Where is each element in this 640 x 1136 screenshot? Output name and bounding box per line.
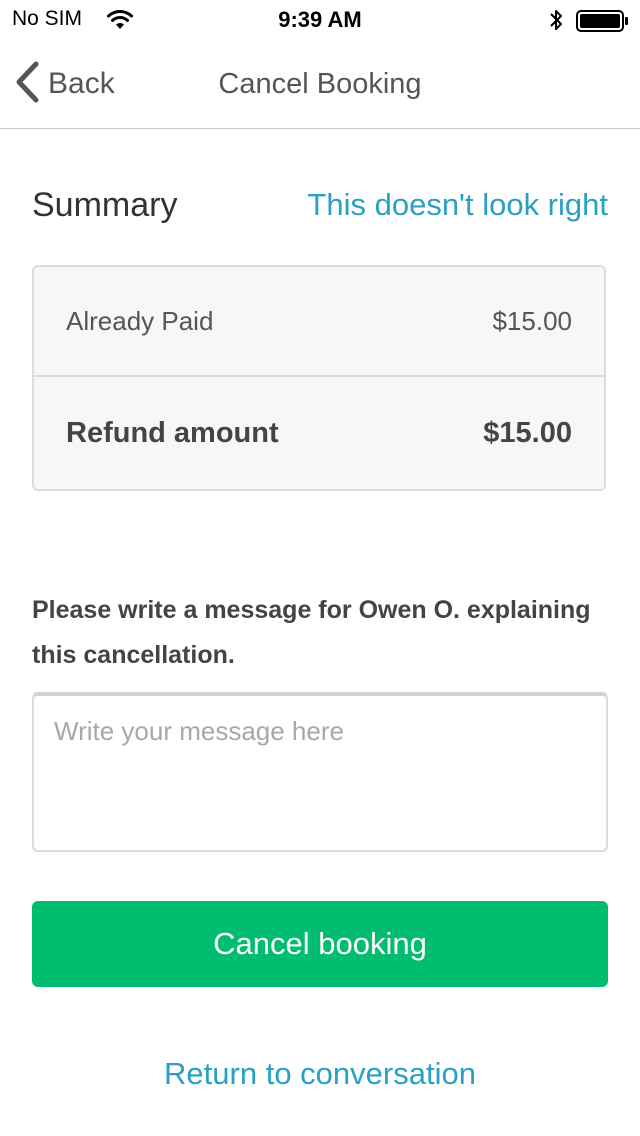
summary-card: Already Paid $15.00 Refund amount $15.00 xyxy=(32,265,606,491)
navigation-bar: Back Cancel Booking xyxy=(0,40,640,129)
battery-icon xyxy=(576,10,630,37)
refund-amount-row: Refund amount $15.00 xyxy=(34,377,604,489)
already-paid-value: $15.00 xyxy=(492,305,572,336)
return-to-conversation-link[interactable]: Return to conversation xyxy=(0,1056,640,1092)
status-bar: No SIM 9:39 AM xyxy=(0,0,640,40)
dispute-summary-link[interactable]: This doesn't look right xyxy=(307,187,608,223)
refund-amount-value: $15.00 xyxy=(483,416,572,449)
already-paid-label: Already Paid xyxy=(66,305,214,336)
summary-heading: Summary xyxy=(32,186,178,224)
back-label: Back xyxy=(48,67,115,100)
message-prompt: Please write a message for Owen O. expla… xyxy=(32,596,591,669)
message-input[interactable] xyxy=(32,692,608,852)
already-paid-row: Already Paid $15.00 xyxy=(34,267,604,377)
cancel-booking-button[interactable]: Cancel booking xyxy=(32,901,608,987)
status-time: 9:39 AM xyxy=(278,7,362,32)
back-button[interactable]: Back xyxy=(14,60,115,109)
refund-amount-label: Refund amount xyxy=(66,416,279,449)
chevron-left-icon xyxy=(14,60,40,109)
bluetooth-icon xyxy=(548,8,564,37)
